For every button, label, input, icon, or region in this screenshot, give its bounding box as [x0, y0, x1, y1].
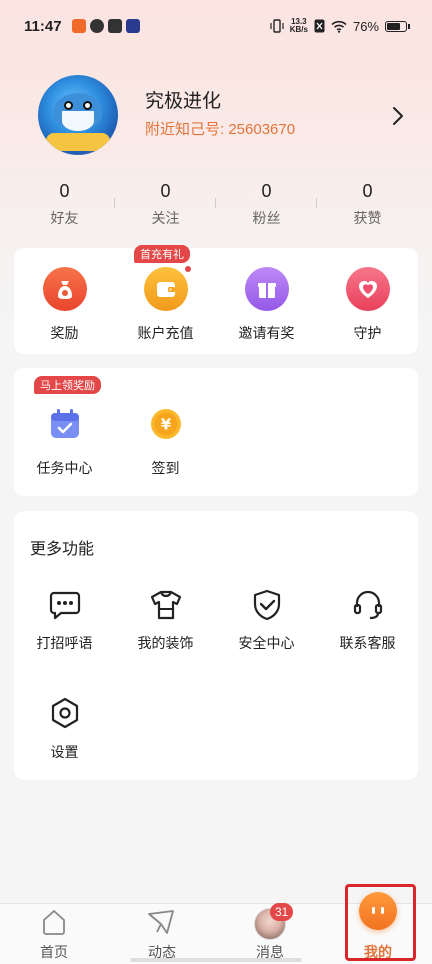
money-bag-icon	[42, 267, 87, 311]
battery-percent: 76%	[352, 18, 379, 34]
status-right: 13.3 KB/s 76%	[270, 18, 410, 34]
invite-button[interactable]: 邀请有奖	[216, 267, 317, 343]
home-icon	[43, 910, 65, 935]
status-time: 11:47	[24, 17, 62, 35]
notification-app-icon	[125, 19, 140, 33]
settings-hexagon-icon	[51, 697, 78, 729]
greeting-label: 打招呼语	[36, 635, 93, 651]
more-functions-card: 更多功能 打招呼语 我的装饰 安全中心 联系客服 设置	[14, 511, 418, 780]
task-center-label: 任务中心	[36, 460, 93, 476]
notification-app-icon	[107, 19, 122, 33]
greeting-button[interactable]: 打招呼语	[14, 589, 115, 653]
avatar-eye	[83, 101, 92, 110]
first-recharge-tag: 首充有礼	[134, 245, 190, 263]
guard-button[interactable]: 守护	[317, 267, 418, 343]
task-reward-tag: 马上领奖励	[34, 376, 101, 394]
checkin-label: 签到	[151, 460, 180, 476]
wifi-icon	[331, 20, 347, 33]
more-functions-title: 更多功能	[30, 541, 95, 558]
tab-feed[interactable]: 动态	[108, 904, 216, 964]
wallet-icon	[143, 267, 188, 311]
checkin-button[interactable]: ¥ 签到	[115, 402, 216, 478]
battery-tip	[408, 23, 410, 29]
recharge-red-dot	[184, 265, 192, 273]
profile-header[interactable]: 究极进化 附近知己号: 25603670	[0, 70, 432, 170]
tab-messages[interactable]: 31 消息	[216, 903, 324, 964]
stat-value: 0	[362, 181, 373, 201]
shield-check-icon	[253, 589, 280, 621]
invite-label: 邀请有奖	[238, 325, 295, 341]
tasks-card: 马上领奖励 任务中心 ¥ 签到	[14, 368, 418, 496]
avatar-coins	[46, 133, 110, 151]
paper-plane-icon	[148, 910, 174, 934]
decoration-label: 我的装饰	[137, 635, 194, 651]
net-speed: 13.3 KB/s	[290, 18, 308, 34]
stat-likes[interactable]: 0 获赞	[317, 178, 418, 234]
avatar-shark-belly	[62, 111, 94, 131]
battery-icon	[385, 20, 407, 32]
reward-button[interactable]: 奖励	[14, 267, 115, 343]
reward-label: 奖励	[50, 325, 79, 341]
stat-fans[interactable]: 0 粉丝	[216, 178, 317, 234]
stat-value: 0	[261, 181, 272, 201]
avatar-eye	[64, 101, 73, 110]
gift-icon	[244, 267, 289, 311]
home-indicator	[130, 958, 302, 962]
yen-coin-icon: ¥	[144, 402, 188, 446]
stat-label: 获赞	[353, 210, 382, 226]
tab-home-label: 首页	[40, 944, 68, 960]
heart-icon	[345, 267, 390, 311]
security-center-button[interactable]: 安全中心	[216, 589, 317, 653]
decoration-button[interactable]: 我的装饰	[115, 589, 216, 653]
stat-value: 0	[59, 181, 70, 201]
stat-label: 关注	[151, 210, 180, 226]
customer-service-label: 联系客服	[339, 635, 396, 651]
notification-app-icon	[71, 19, 86, 33]
user-id: 附近知己号: 25603670	[145, 121, 296, 138]
headset-icon	[353, 590, 382, 620]
svg-text:¥: ¥	[160, 416, 171, 434]
customer-service-button[interactable]: 联系客服	[317, 589, 418, 653]
notification-app-icon	[89, 19, 104, 33]
status-bar: 11:47 13.3 KB/s 76%	[0, 0, 432, 52]
chevron-right-icon[interactable]	[392, 106, 404, 126]
settings-button[interactable]: 设置	[14, 696, 115, 762]
avatar[interactable]	[38, 75, 118, 155]
stat-friends[interactable]: 0 好友	[14, 178, 115, 234]
stat-label: 粉丝	[252, 210, 281, 226]
stats-row: 0 好友 0 关注 0 粉丝 0 获赞	[0, 178, 432, 234]
net-speed-unit: KB/s	[289, 25, 308, 34]
nickname: 究极进化	[145, 91, 222, 112]
active-tab-highlight	[345, 884, 416, 961]
message-badge: 31	[270, 903, 294, 921]
quick-actions-card: 奖励 账户充值 首充有礼 邀请有奖 守护	[14, 245, 418, 354]
recharge-button[interactable]: 账户充值	[115, 265, 216, 343]
security-center-label: 安全中心	[238, 635, 295, 651]
task-center-button[interactable]: 任务中心	[14, 402, 115, 478]
vibrate-icon	[270, 19, 284, 33]
calendar-check-icon	[43, 402, 87, 446]
stat-label: 好友	[50, 210, 79, 226]
guard-label: 守护	[353, 325, 382, 341]
chat-bubble-icon	[49, 591, 80, 620]
tab-home[interactable]: 首页	[0, 904, 108, 964]
stat-value: 0	[160, 181, 171, 201]
sim-icon	[314, 19, 325, 33]
tshirt-icon	[150, 590, 181, 620]
stat-following[interactable]: 0 关注	[115, 178, 216, 234]
settings-label: 设置	[50, 744, 79, 760]
recharge-label: 账户充值	[137, 325, 194, 341]
